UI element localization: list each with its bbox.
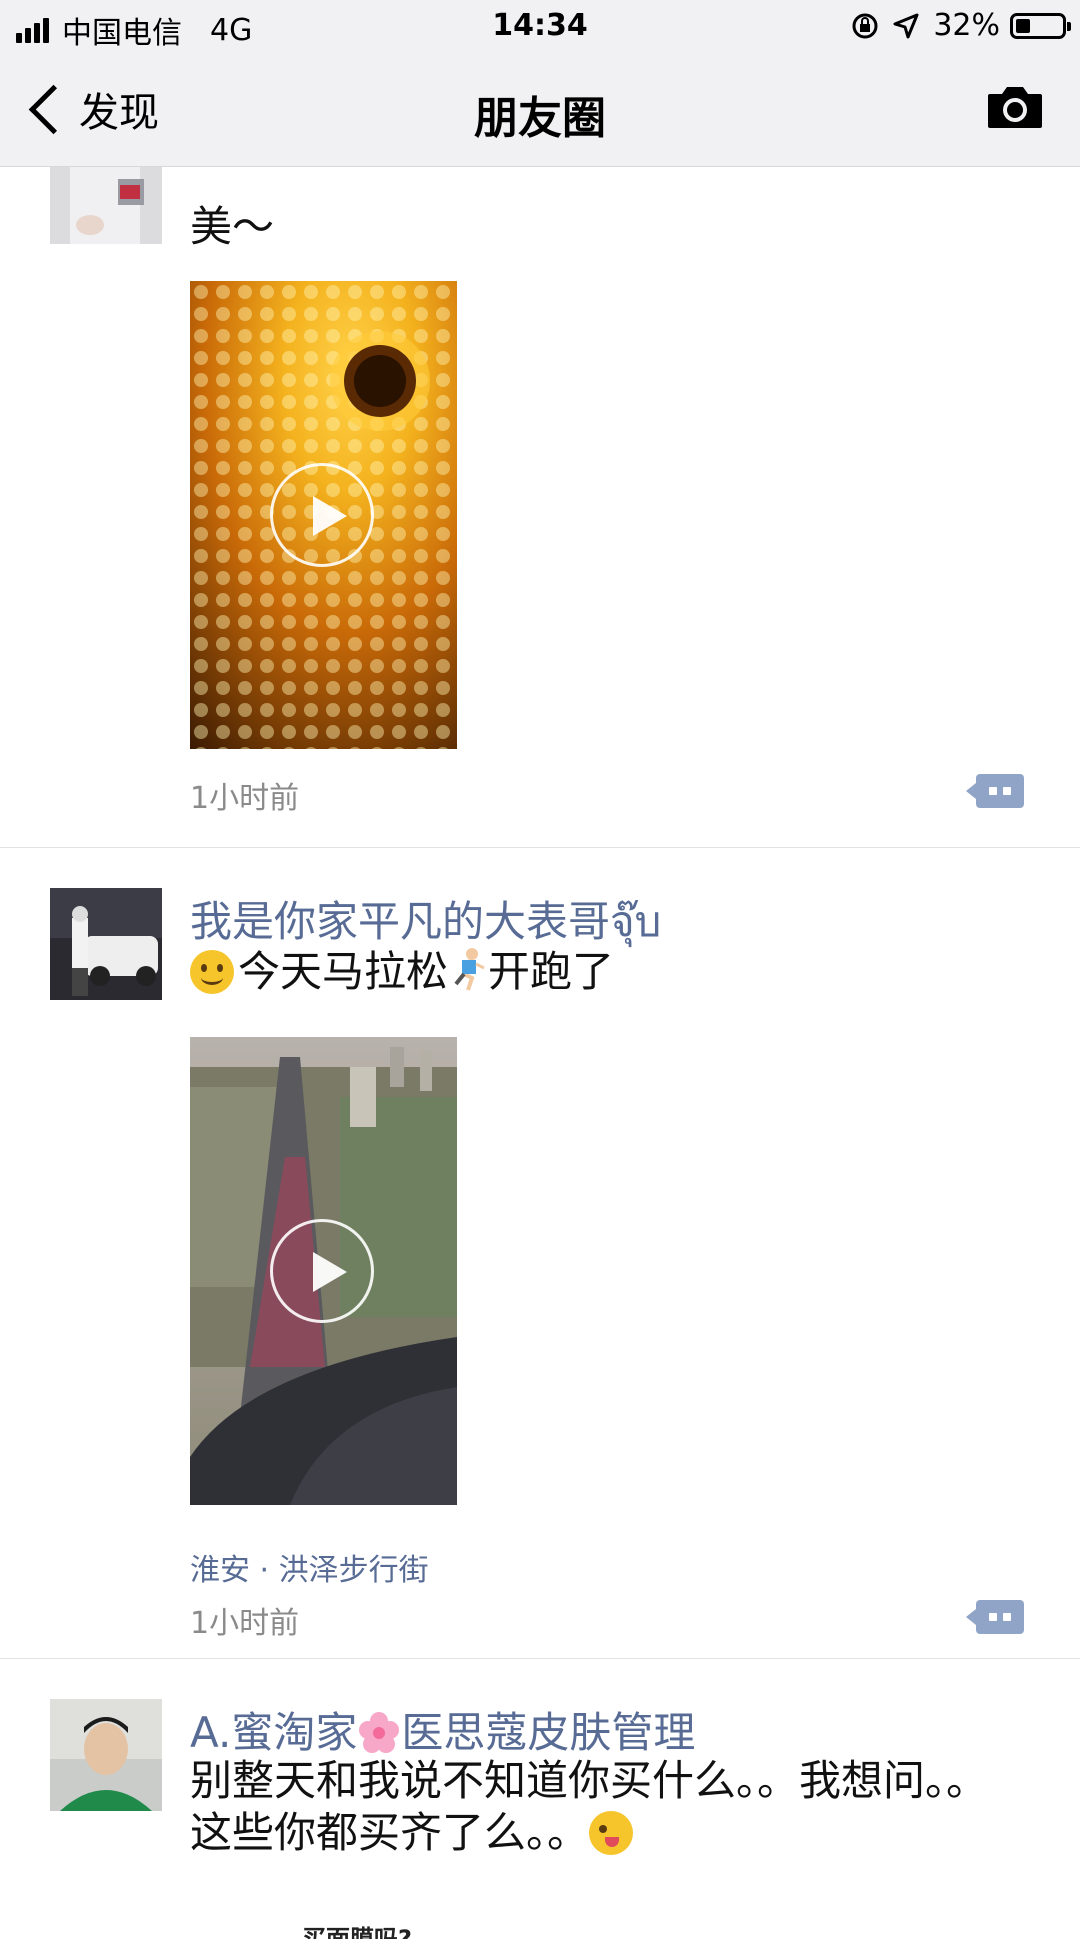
wink-tongue-emoji-icon xyxy=(589,1811,634,1855)
battery-level xyxy=(1016,18,1030,33)
post-text: 别整天和我说不知道你买什么。。我想问。。这些你都买齐了么。。 xyxy=(190,1755,1020,1859)
moment-post: 美～ 1小时前 xyxy=(0,167,1080,848)
post-text: 今天马拉松 开跑了 xyxy=(190,944,1030,1000)
avatar[interactable] xyxy=(50,1699,162,1811)
video-thumbnail[interactable] xyxy=(190,281,457,749)
moments-feed: 美～ 1小时前 我是你家平凡的大表哥จุ๊บ 今天马拉松 开跑了 淮安 · 洪泽… xyxy=(0,167,1080,1939)
avatar[interactable] xyxy=(50,167,162,272)
comment-icon[interactable] xyxy=(966,774,1024,808)
video-thumbnail[interactable] xyxy=(190,1037,457,1505)
moment-post: 我是你家平凡的大表哥จุ๊บ 今天马拉松 开跑了 淮安 · 洪泽步行街 1小时前 xyxy=(0,848,1080,1659)
nav-bar: 发现 朋友圈 xyxy=(0,54,1080,167)
play-icon xyxy=(270,1219,374,1323)
post-text-body: 别整天和我说不知道你买什么。。我想问。。这些你都买齐了么。。 xyxy=(190,1756,989,1857)
post-text-part: 今天马拉松 xyxy=(238,947,449,996)
comment-icon[interactable] xyxy=(966,1600,1024,1634)
post-location[interactable]: 淮安 · 洪泽步行街 xyxy=(190,1545,429,1589)
post-text: 美～ xyxy=(190,202,275,251)
location-arrow-icon xyxy=(893,13,919,38)
cherry-blossom-icon xyxy=(359,1712,400,1753)
runner-emoji-icon xyxy=(454,948,485,991)
post-time: 1小时前 xyxy=(190,781,300,816)
page-title: 朋友圈 xyxy=(474,93,606,144)
rotation-lock-icon xyxy=(852,13,878,38)
image-peek-text: 买面膜吗? xyxy=(302,1925,412,1939)
camera-icon[interactable] xyxy=(986,84,1044,130)
smile-emoji-icon xyxy=(190,950,234,994)
post-text-part: 开跑了 xyxy=(488,947,615,996)
battery-icon xyxy=(1010,12,1071,39)
post-author[interactable]: A.蜜淘家 医思蔻皮肤管理 xyxy=(190,1699,695,1760)
post-time: 1小时前 xyxy=(190,1606,300,1641)
avatar[interactable] xyxy=(50,888,162,1000)
play-icon xyxy=(270,463,374,567)
post-author-part: 医思蔻皮肤管理 xyxy=(401,1708,696,1757)
moment-post: A.蜜淘家 医思蔻皮肤管理 别整天和我说不知道你买什么。。我想问。。这些你都买齐… xyxy=(0,1659,1080,1939)
battery-percent: 32% xyxy=(933,8,1000,43)
post-author-part: A.蜜淘家 xyxy=(190,1708,358,1757)
status-bar: 中国电信 4G 14:34 32% xyxy=(0,0,1080,54)
